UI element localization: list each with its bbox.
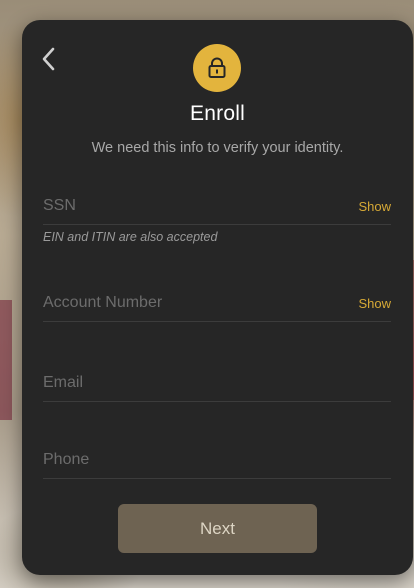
email-input[interactable] — [43, 367, 343, 399]
ssn-hint: EIN and ITIN are also accepted — [43, 230, 218, 244]
lock-icon — [208, 57, 226, 78]
back-button[interactable] — [36, 46, 60, 72]
phone-input[interactable] — [43, 444, 343, 476]
background-accent-left — [0, 300, 12, 420]
ssn-show-toggle[interactable]: Show — [358, 199, 391, 214]
next-button[interactable]: Next — [118, 504, 317, 553]
account-number-show-toggle[interactable]: Show — [358, 296, 391, 311]
email-field-row — [43, 367, 391, 402]
page-subtitle: We need this info to verify your identit… — [91, 140, 344, 156]
phone-field-row — [43, 444, 391, 479]
ssn-field-row: Show — [43, 190, 391, 225]
account-number-input[interactable] — [43, 287, 343, 319]
ssn-input[interactable] — [43, 190, 343, 222]
page-title: Enroll — [190, 102, 245, 125]
chevron-left-icon — [42, 47, 55, 71]
account-number-field-row: Show — [43, 287, 391, 322]
enroll-dialog: Enroll We need this info to verify your … — [22, 20, 413, 575]
lock-badge — [193, 44, 241, 92]
